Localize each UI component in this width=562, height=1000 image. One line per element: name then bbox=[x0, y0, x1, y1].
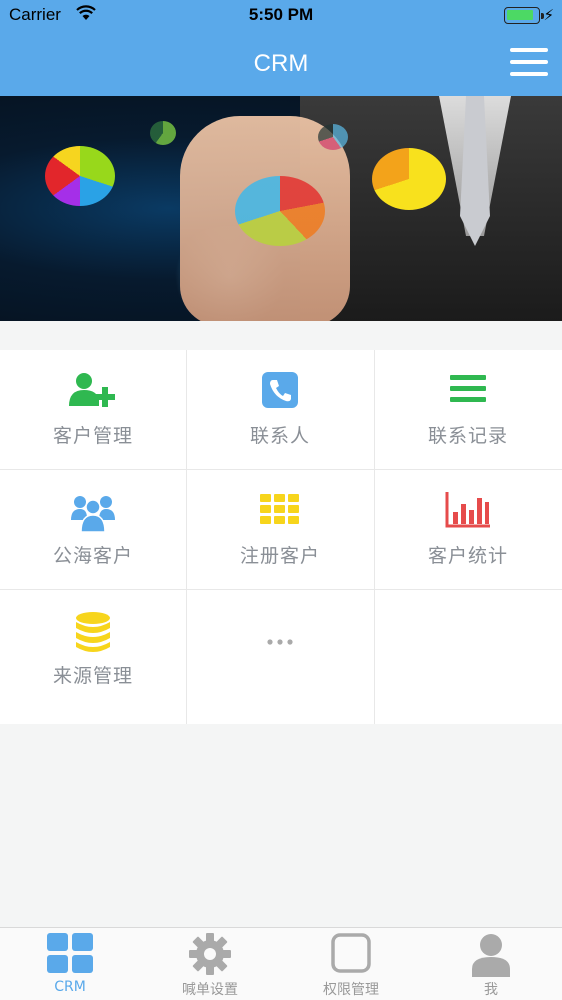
phone-icon bbox=[262, 372, 298, 412]
grid-item-label: 公海客户 bbox=[52, 545, 133, 567]
banner-pie-chart-graphic bbox=[235, 176, 325, 246]
person-icon bbox=[471, 933, 511, 981]
dashboard-icon bbox=[47, 933, 93, 977]
grid-item-source-management[interactable]: 来源管理 bbox=[0, 590, 186, 708]
bottom-tab-bar: CRM 喊单设置 权限管理 我 bbox=[0, 927, 562, 1000]
bar-chart-icon bbox=[445, 492, 491, 532]
square-icon bbox=[331, 933, 371, 977]
battery-icon bbox=[504, 7, 544, 24]
function-grid: 客户管理 联系人 联系记录 公海客户 注册客户 客户统计 来源管理 bbox=[0, 350, 562, 724]
grid-item-contact-records[interactable]: 联系记录 bbox=[375, 350, 561, 468]
grid-item-label: 联系人 bbox=[249, 425, 310, 447]
banner-pie-chart-graphic bbox=[318, 124, 348, 150]
grid-item-more[interactable] bbox=[187, 590, 373, 708]
grid-item-label: 来源管理 bbox=[52, 665, 133, 687]
tab-order-settings[interactable]: 喊单设置 bbox=[140, 928, 280, 1000]
grid-item-label: 联系记录 bbox=[427, 425, 508, 447]
grid-item-label: 客户统计 bbox=[427, 545, 508, 567]
banner-pie-chart-graphic bbox=[372, 148, 446, 210]
grid-item-label: 注册客户 bbox=[239, 545, 320, 567]
tab-permission-management[interactable]: 权限管理 bbox=[281, 928, 421, 1000]
grid-icon bbox=[260, 492, 300, 530]
tab-label: 喊单设置 bbox=[182, 982, 238, 998]
list-icon bbox=[450, 372, 486, 408]
grid-item-label: 客户管理 bbox=[52, 425, 133, 447]
gear-icon bbox=[189, 933, 231, 979]
grid-item-contacts[interactable]: 联系人 bbox=[187, 350, 373, 468]
grid-item-customer-statistics[interactable]: 客户统计 bbox=[375, 470, 561, 588]
tab-label: 权限管理 bbox=[323, 982, 379, 998]
banner-carousel[interactable] bbox=[0, 96, 562, 321]
grid-item-registered-customers[interactable]: 注册客户 bbox=[187, 470, 373, 588]
status-time: 5:50 PM bbox=[248, 5, 314, 24]
charging-bolt-icon: ⚡ bbox=[543, 6, 554, 24]
banner-pie-chart-graphic bbox=[150, 121, 176, 145]
hamburger-menu-icon[interactable] bbox=[510, 48, 548, 76]
add-user-icon bbox=[69, 372, 117, 412]
tab-label: 我 bbox=[484, 982, 498, 998]
nav-bar: CRM bbox=[0, 32, 562, 96]
banner-pie-chart-graphic bbox=[45, 146, 115, 206]
group-icon bbox=[71, 492, 115, 536]
status-bar: Carrier 5:50 PM ⚡ bbox=[0, 0, 562, 32]
grid-item-public-customers[interactable]: 公海客户 bbox=[0, 470, 186, 588]
database-icon bbox=[75, 612, 111, 658]
tab-me[interactable]: 我 bbox=[421, 928, 561, 1000]
tab-crm[interactable]: CRM bbox=[0, 928, 140, 1000]
top-bar: Carrier 5:50 PM ⚡ CRM bbox=[0, 0, 562, 96]
more-dots-icon bbox=[266, 631, 294, 650]
tab-label: CRM bbox=[54, 979, 86, 995]
page-title: CRM bbox=[253, 50, 309, 77]
grid-item-customer-management[interactable]: 客户管理 bbox=[0, 350, 186, 468]
